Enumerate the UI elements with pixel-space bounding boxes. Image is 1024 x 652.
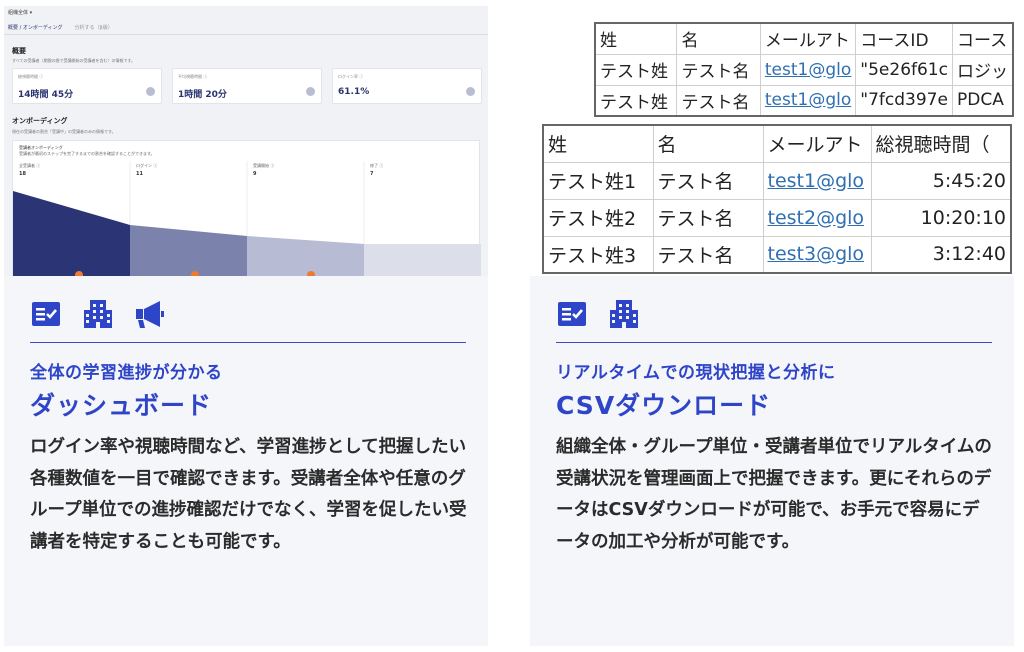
table-row: テスト姓3 テスト名 test3@glo 3:12:40 [542,235,1012,274]
table-cell: テスト名 [652,235,764,274]
feature-title: CSVダウンロード [556,391,772,420]
email-link[interactable]: test2@glo [762,198,872,237]
funnel-stage-4 [364,244,481,276]
table-cell: テスト姓3 [542,235,654,274]
table-header: コースID [855,22,953,55]
email-link[interactable]: test1@glo [759,53,857,86]
table-cell: PDCA [951,84,1014,117]
divider [4,34,488,35]
table-header: 姓 [542,124,654,163]
kpi-value: 1時間 20分 [178,90,227,100]
table-cell: 3:12:40 [870,235,1012,274]
dashboard-screenshot: 組織全体 ▾ 概要 / オンボーディング 分析する（β版） 概要 すべての受講者… [4,6,488,276]
table-header: メールアト [759,22,857,55]
csv-screenshot: 姓 名 メールアト コースID コース テスト姓 テスト名 test1@glo … [530,6,1014,276]
kpi-value: 61.1% [338,87,370,97]
table-cell: テスト名 [676,84,761,117]
table-row: テスト姓1 テスト名 test1@glo 5:45:20 [542,161,1012,200]
table-header-row: 姓 名 メールアト コースID コース [594,22,1014,55]
csv-mock: 姓 名 メールアト コースID コース テスト姓 テスト名 test1@glo … [530,6,1014,276]
funnel-chart [13,161,481,276]
table-header: 総視聴時間（ [870,124,1012,163]
users-icon [306,87,315,96]
table-cell: テスト姓 [594,53,678,86]
dashboard-feature-card: 組織全体 ▾ 概要 / オンボーディング 分析する（β版） 概要 すべての受講者… [4,6,488,646]
table-header: 姓 [594,22,678,55]
feature-icons [30,298,166,330]
csv-table-back: 姓 名 メールアト コースID コース テスト姓 テスト名 test1@glo … [594,22,1014,117]
table-cell: テスト名 [652,161,764,200]
table-row: テスト姓2 テスト名 test2@glo 10:20:10 [542,198,1012,237]
table-cell: テスト名 [652,198,764,237]
checklist-icon [558,302,586,326]
table-header: 名 [652,124,764,163]
table-cell: テスト姓2 [542,198,654,237]
org-selector: 組織全体 ▾ [8,10,33,16]
email-link[interactable]: test3@glo [762,235,872,274]
login-icon [466,87,475,96]
overview-subtitle: すべての受講者（期間の間で受講開始の受講者を含む）の情報です。 [12,58,136,63]
email-link[interactable]: test1@glo [762,161,872,200]
onboarding-funnel-panel: 受講者オンボーディング 受講者が最初のステップを完了するまでの割合を確認すること… [12,140,481,276]
kpi-label: 総視聴時間 ⓘ [18,74,44,79]
csv-feature-card: 姓 名 メールアト コースID コース テスト姓 テスト名 test1@glo … [530,6,1014,646]
feature-description: ログイン率や視聴時間など、学習進捗として把握したい各種数値を一目で確認できます。… [30,437,467,552]
megaphone-icon [136,301,164,328]
kpi-card-total-time: 総視聴時間 ⓘ 14時間 45分 [12,68,162,104]
kpi-card-average-time: 平均視聴時間 ⓘ 1時間 20分 [172,68,322,104]
kpi-card-login-rate: ログイン率 ⓘ 61.1% [332,68,482,104]
csv-table-front: 姓 名 メールアト 総視聴時間（ テスト姓1 テスト名 test1@glo 5:… [542,124,1012,274]
dropoff-marker[interactable] [307,271,315,276]
section-divider [30,342,466,343]
feature-icons [556,298,640,330]
table-cell: テスト姓 [594,84,678,117]
kpi-value: 14時間 45分 [18,90,74,100]
table-cell: テスト名 [676,53,761,86]
kpi-label: 平均視聴時間 ⓘ [178,74,208,79]
feature-subtitle: リアルタイムでの現状把握と分析に [556,363,836,383]
table-header: メールアト [762,124,872,163]
checklist-icon [32,302,60,326]
building-icon [84,300,112,328]
dropoff-marker[interactable] [191,271,199,276]
feature-subtitle: 全体の学習進捗が分かる [30,363,223,383]
building-icon [610,300,638,328]
onboarding-subtitle: 現在の受講者の割合「受講中」の受講者のみの情報です。 [12,129,116,134]
funnel-stage-1 [13,191,130,276]
table-row: テスト姓 テスト名 test1@glo "5e26f61c ロジッ [594,53,1014,86]
table-cell: 5:45:20 [870,161,1012,200]
dropoff-marker[interactable] [75,271,83,276]
kpi-label: ログイン率 ⓘ [338,74,364,79]
overview-title: 概要 [12,47,26,55]
table-header: 名 [676,22,761,55]
table-header: コース [951,22,1014,55]
feature-description: 組織全体・グループ単位・受講者単位でリアルタイムの受講状況を管理画面上で把握でき… [556,437,992,552]
table-cell: "5e26f61c [855,53,953,86]
email-link[interactable]: test1@glo [759,84,857,117]
dashboard-mock: 組織全体 ▾ 概要 / オンボーディング 分析する（β版） 概要 すべての受講者… [4,6,488,276]
table-cell: 10:20:10 [870,198,1012,237]
funnel-stage-2 [130,225,247,276]
table-row: テスト姓 テスト名 test1@glo "7fcd397e PDCA [594,84,1014,117]
feature-title: ダッシュボード [30,391,213,420]
table-header-row: 姓 名 メールアト 総視聴時間（ [542,124,1012,163]
clock-icon [146,87,155,96]
funnel-stage-3 [247,236,364,276]
table-cell: ロジッ [951,53,1014,86]
table-cell: "7fcd397e [855,84,953,117]
section-divider [556,342,992,343]
onboarding-title: オンボーディング [12,117,68,125]
table-cell: テスト姓1 [542,161,654,200]
